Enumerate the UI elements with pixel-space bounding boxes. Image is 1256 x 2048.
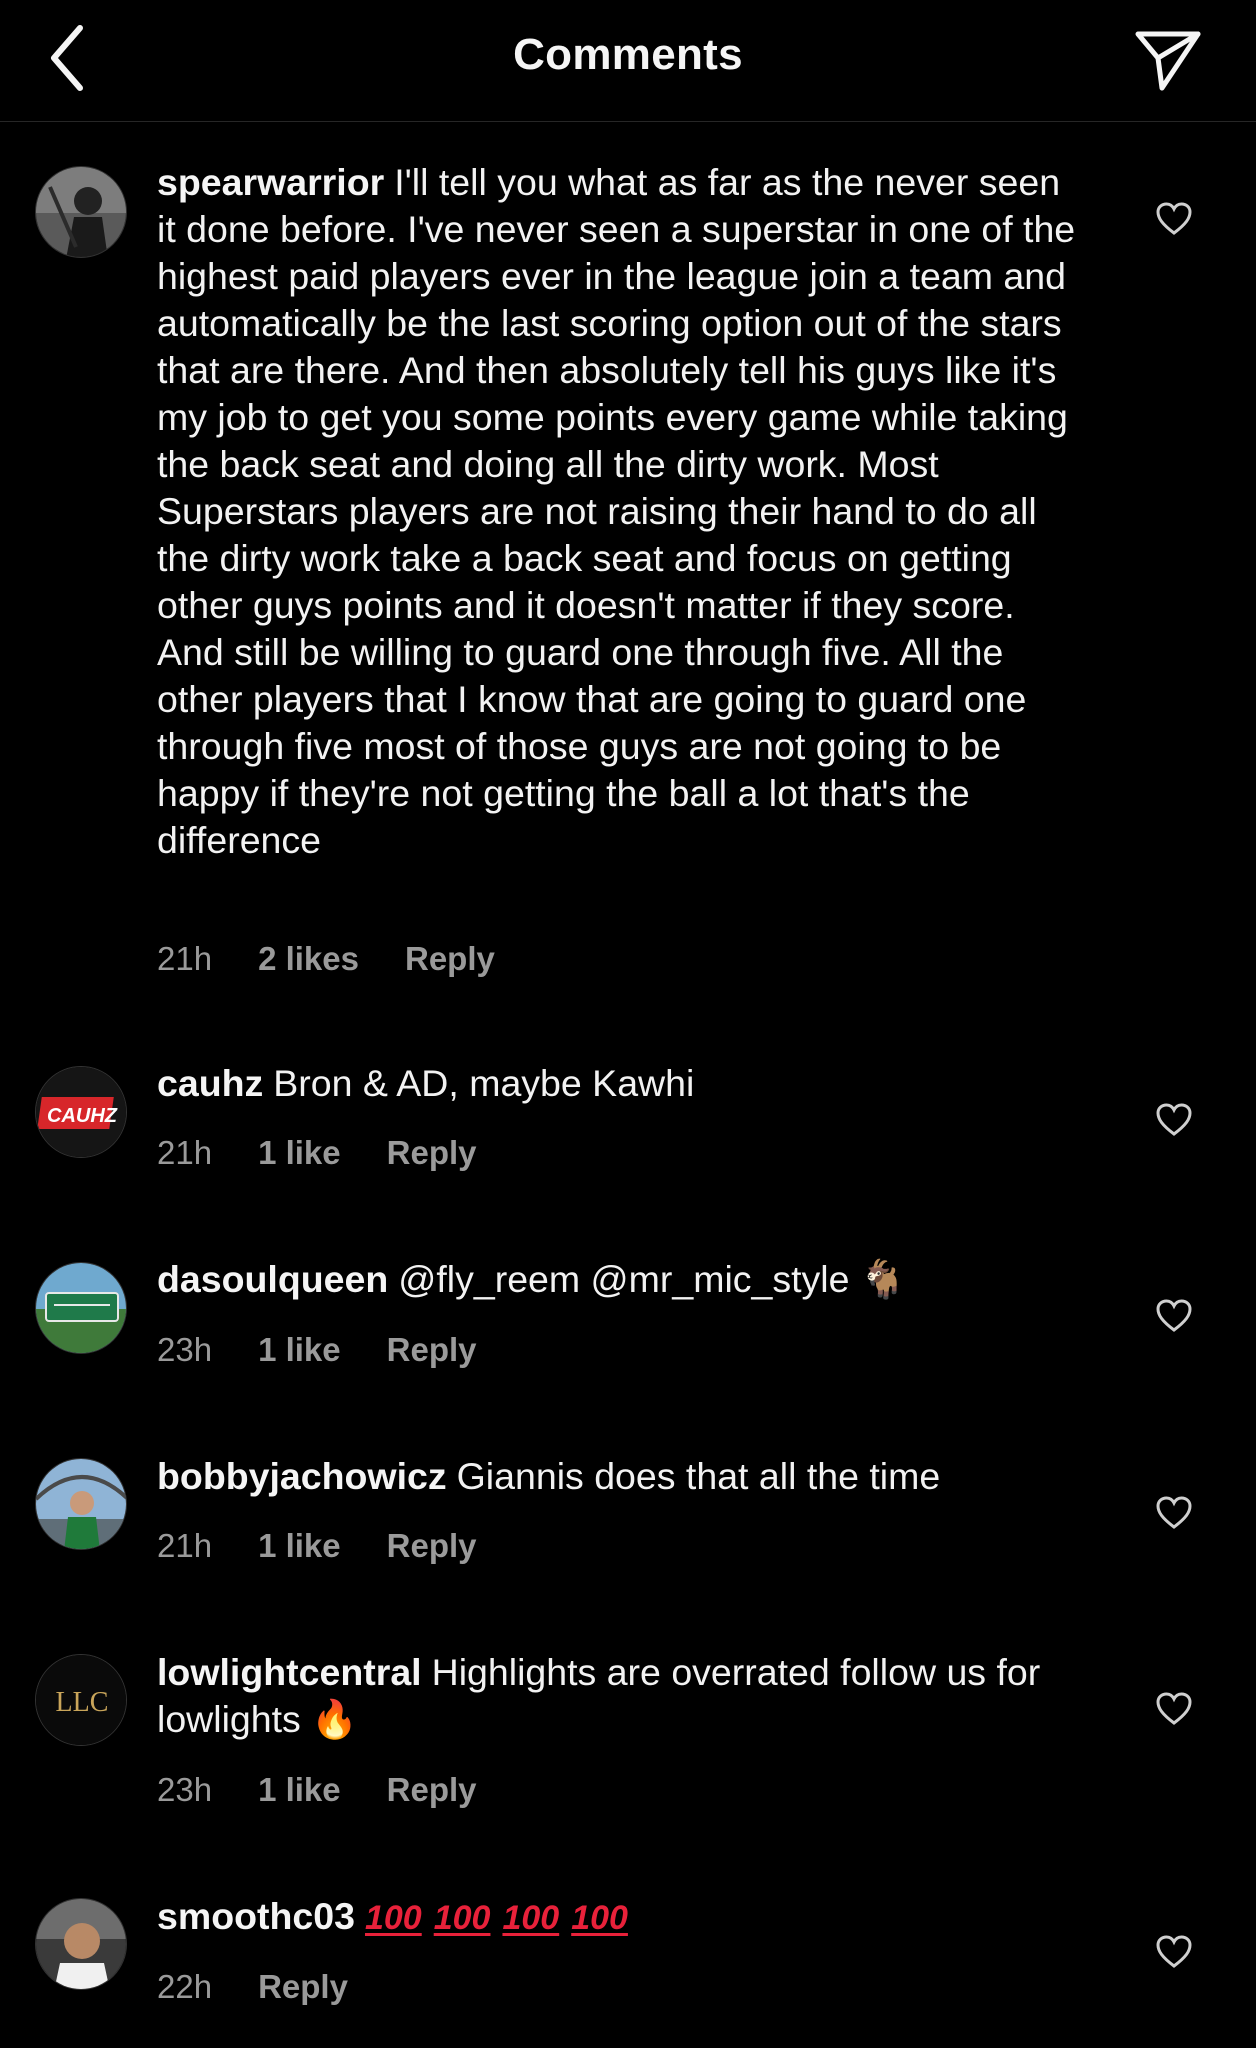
user-avatar-icon xyxy=(36,1899,126,1989)
heart-icon xyxy=(1156,1299,1192,1332)
comment-likes[interactable]: 1 like xyxy=(258,1331,341,1369)
comment-likes[interactable]: 1 like xyxy=(258,1771,341,1809)
hundred-points-emoji: 100 xyxy=(571,1899,628,1937)
avatar[interactable] xyxy=(35,1458,127,1550)
comment-username[interactable]: spearwarrior xyxy=(157,161,384,203)
comment-body: spearwarrior I'll tell you what as far as… xyxy=(157,159,1087,864)
comment-time: 21h xyxy=(157,940,213,977)
comment-time: 23h xyxy=(157,1331,213,1368)
like-button[interactable] xyxy=(1154,1296,1194,1336)
comment-meta: 22h Reply xyxy=(157,1968,394,2006)
comment-body: lowlightcentral Highlights are overrated … xyxy=(157,1649,1087,1743)
like-button[interactable] xyxy=(1154,1493,1194,1533)
reply-button[interactable]: Reply xyxy=(387,1331,477,1369)
reply-button[interactable]: Reply xyxy=(387,1527,477,1565)
comment-time: 21h xyxy=(157,1527,213,1564)
comment-body: smoothc03 100 100 100 100 xyxy=(157,1893,1087,1942)
hundred-points-emoji: 100 xyxy=(502,1899,560,1937)
reply-button[interactable]: Reply xyxy=(258,1968,348,2006)
comment-username[interactable]: bobbyjachowicz xyxy=(157,1455,447,1497)
comment-username[interactable]: dasoulqueen xyxy=(157,1258,388,1300)
like-button[interactable] xyxy=(1154,1932,1194,1972)
hundred-points-emoji: 100 xyxy=(433,1899,491,1937)
reply-button[interactable]: Reply xyxy=(405,940,495,978)
user-avatar-icon: LLC xyxy=(36,1655,126,1745)
comment-text: I'll tell you what as far as the never s… xyxy=(157,161,1076,861)
hundred-points-emoji: 100 xyxy=(364,1899,422,1937)
heart-icon xyxy=(1156,1103,1192,1136)
comment-text: Bron & AD, maybe Kawhi xyxy=(273,1062,695,1104)
like-button[interactable] xyxy=(1154,199,1194,239)
comment-meta: 21h 1 like Reply xyxy=(157,1527,523,1565)
svg-text:CAUHZ: CAUHZ xyxy=(47,1105,118,1127)
heart-icon xyxy=(1156,1496,1192,1529)
user-avatar-icon xyxy=(36,167,126,257)
user-avatar-icon xyxy=(36,1263,126,1353)
comment-meta: 23h 1 like Reply xyxy=(157,1771,523,1809)
avatar[interactable]: CAUHZ xyxy=(35,1066,127,1158)
comment-text: Giannis does that all the time xyxy=(456,1455,941,1497)
avatar[interactable] xyxy=(35,1898,127,1990)
heart-icon xyxy=(1156,202,1192,235)
page-title: Comments xyxy=(513,30,743,79)
avatar[interactable] xyxy=(35,1262,127,1354)
heart-icon xyxy=(1156,1692,1192,1725)
user-avatar-icon xyxy=(36,1459,126,1549)
user-avatar-icon: CAUHZ xyxy=(36,1067,126,1157)
comment-meta: 21h 1 like Reply xyxy=(157,1134,523,1172)
comment-text: @fly_reem @mr_mic_style xyxy=(398,1258,850,1300)
comment-likes[interactable]: 1 like xyxy=(258,1527,341,1565)
share-button[interactable] xyxy=(1132,24,1204,96)
comment-username[interactable]: smoothc03 xyxy=(157,1895,355,1937)
comments-header: Comments xyxy=(0,0,1256,122)
comment-likes[interactable]: 1 like xyxy=(258,1134,341,1172)
comment-meta: 23h 1 like Reply xyxy=(157,1331,523,1369)
like-button[interactable] xyxy=(1154,1689,1194,1729)
like-button[interactable] xyxy=(1154,1100,1194,1140)
comment-time: 23h xyxy=(157,1771,213,1808)
avatar[interactable]: LLC xyxy=(35,1654,127,1746)
reply-button[interactable]: Reply xyxy=(387,1771,477,1809)
comment-meta: 21h 2 likes Reply xyxy=(157,940,541,978)
heart-icon xyxy=(1156,1935,1192,1968)
comment-time: 22h xyxy=(157,1968,213,2005)
comment-username[interactable]: cauhz xyxy=(157,1062,263,1104)
fire-emoji: 🔥 xyxy=(311,1697,358,1741)
goat-emoji: 🐐 xyxy=(859,1257,907,1301)
reply-button[interactable]: Reply xyxy=(387,1134,477,1172)
comment-likes[interactable]: 2 likes xyxy=(258,940,359,978)
svg-text:LLC: LLC xyxy=(56,1687,109,1718)
comment-time: 21h xyxy=(157,1134,213,1171)
comment-body: dasoulqueen @fly_reem @mr_mic_style 🐐 xyxy=(157,1256,1087,1303)
avatar[interactable] xyxy=(35,166,127,258)
send-icon xyxy=(1135,31,1201,91)
comment-username[interactable]: lowlightcentral xyxy=(157,1651,422,1693)
comment-body: cauhz Bron & AD, maybe Kawhi xyxy=(157,1060,1087,1107)
comment-body: bobbyjachowicz Giannis does that all the … xyxy=(157,1453,1087,1500)
